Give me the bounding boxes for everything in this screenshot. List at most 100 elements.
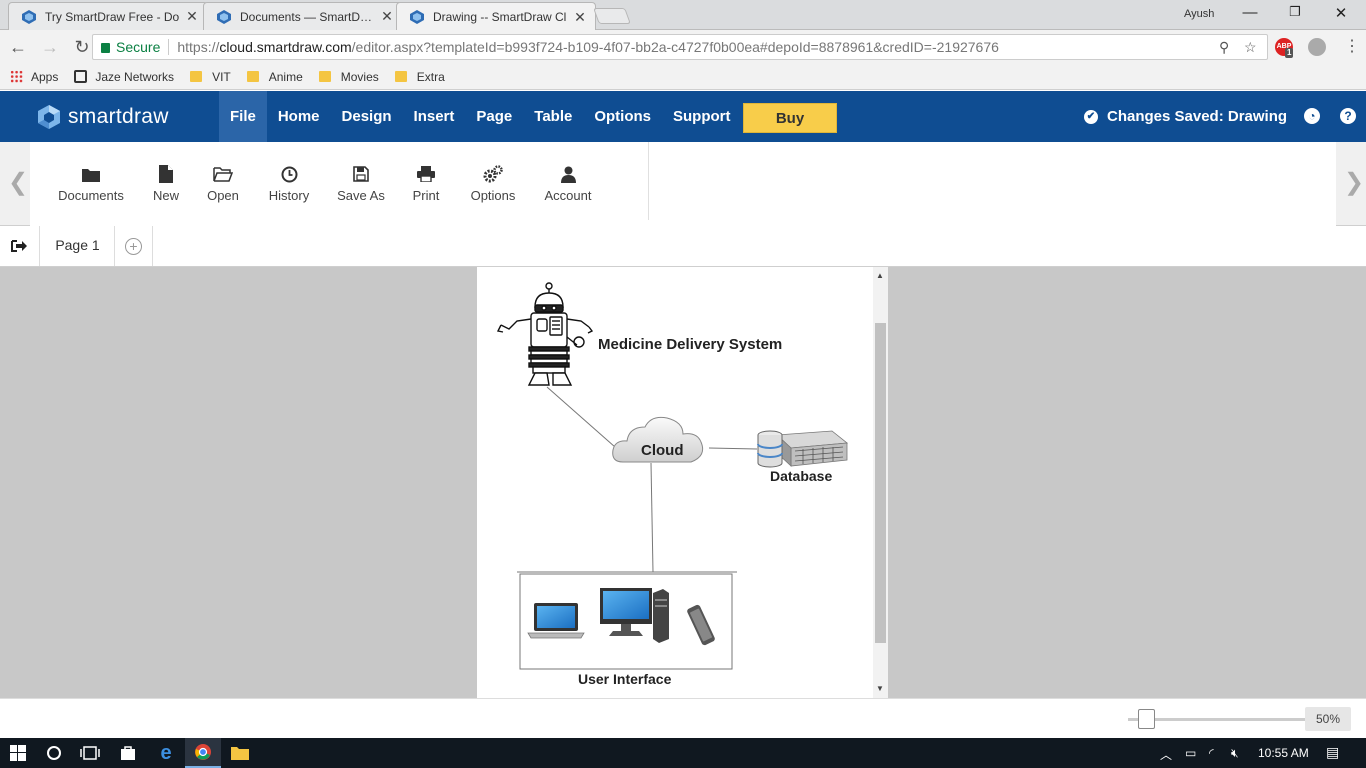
menu-table[interactable]: Table [523,91,583,142]
history-button[interactable]: History [264,164,314,203]
bookmark-vit[interactable]: VIT [190,70,231,84]
chat-support-icon[interactable]: ◔ [1304,108,1320,124]
browser-tab[interactable]: Try SmartDraw Free - Do ✕ [8,2,208,30]
windows-start-icon[interactable] [0,738,36,768]
chrome-menu-icon[interactable]: ⋮ [1338,36,1366,56]
documents-button[interactable]: Documents [57,164,125,203]
laptop-icon[interactable] [527,603,585,639]
robot-icon[interactable] [496,282,594,386]
address-bar[interactable]: Secure https://cloud.smartdraw.com/edito… [92,34,1268,60]
forward-arrow-icon[interactable]: → [36,37,64,58]
ribbon-label: Options [470,188,516,203]
robot-label[interactable]: Medicine Delivery System [598,336,782,353]
desktop-computer-icon[interactable] [600,588,669,643]
url-host: cloud.smartdraw.com [219,39,352,55]
clock-time[interactable]: 10:55 AM [1258,746,1309,760]
buy-button[interactable]: Buy [743,103,837,133]
bookmark-jaze-networks[interactable]: Jaze Networks [74,70,174,84]
connector-line[interactable] [650,462,654,573]
bookmark-label: VIT [212,69,231,84]
task-view-icon[interactable] [72,738,108,768]
bookmark-movies[interactable]: Movies [318,69,379,84]
close-window-icon[interactable]: ✕ [1326,4,1356,22]
clock-icon [281,166,297,182]
menu-page[interactable]: Page [465,91,523,142]
edge-browser-icon[interactable]: e [148,738,184,768]
bookmark-extra[interactable]: Extra [394,69,445,84]
browser-tab[interactable]: Documents — SmartDraw ✕ [203,2,403,30]
smartdraw-logo[interactable]: smartdraw [36,104,169,130]
browser-tab-active[interactable]: Drawing -- SmartDraw Cl ✕ [396,2,596,31]
user-interface-group[interactable] [517,571,737,670]
bookmark-label: Extra [416,69,445,84]
volume-muted-icon[interactable]: 🔇︎ [1231,746,1239,761]
wifi-icon[interactable]: ◜ [1209,746,1214,760]
new-button[interactable]: New [148,164,184,203]
search-circle-icon[interactable] [36,738,72,768]
menu-support[interactable]: Support [662,91,742,142]
folder-icon [246,71,259,82]
close-tab-icon[interactable]: ✕ [185,8,199,25]
zoom-magnifier-icon[interactable]: ⚲ [1219,39,1229,56]
extension-icon[interactable] [1308,38,1326,56]
scroll-up-icon[interactable]: ▲ [876,271,884,280]
action-center-icon[interactable]: ▤ [1326,744,1339,761]
adblock-extension-icon[interactable]: ABP 1 [1275,38,1294,58]
bookmark-apps[interactable]: Apps [10,70,58,84]
chrome-icon[interactable] [185,738,221,768]
zoom-slider-thumb[interactable] [1138,709,1155,729]
close-tab-icon[interactable]: ✕ [380,8,394,25]
profile-name[interactable]: Ayush [1184,8,1214,20]
menu-file[interactable]: File [219,91,267,142]
file-icon [159,165,173,183]
battery-icon[interactable]: ▭ [1185,746,1196,760]
gears-icon [483,165,503,183]
connector-line[interactable] [546,386,616,448]
bookmarks-bar: Apps Jaze Networks VIT Anime Movies Extr… [0,64,1366,90]
scrollbar-thumb[interactable] [875,323,886,643]
save-as-button[interactable]: Save As [334,164,388,203]
options-button[interactable]: Options [466,164,520,203]
zoom-level[interactable]: 50% [1305,707,1351,731]
divider [168,39,170,55]
page-tab[interactable]: Page 1 [41,226,115,266]
ribbon-label: Open [207,188,239,203]
menu-insert[interactable]: Insert [403,91,466,142]
close-tab-icon[interactable]: ✕ [573,9,587,26]
ribbon-scroll-right-icon[interactable]: ❯ [1344,168,1364,197]
logo-text: smartdraw [68,105,169,128]
database-server-icon[interactable] [757,430,849,468]
cloud-label[interactable]: Cloud [641,442,684,459]
toggle-panel-button[interactable] [0,226,40,266]
print-button[interactable]: Print [408,164,444,203]
tray-chevron-icon[interactable]: ︿ [1160,746,1172,763]
file-explorer-icon[interactable] [222,738,258,768]
extension-badge: 1 [1285,48,1294,58]
ribbon-scroll-left-icon[interactable]: ❮ [8,168,28,197]
back-arrow-icon[interactable]: ← [4,37,32,58]
new-tab-button[interactable] [593,8,631,24]
vertical-scrollbar[interactable]: ▲ ▼ [873,267,888,698]
help-icon[interactable]: ? [1340,108,1356,124]
connector-line[interactable] [708,447,758,450]
plus-circle-icon: + [125,237,142,255]
bookmark-label: Movies [340,69,379,84]
bookmark-anime[interactable]: Anime [246,70,303,84]
menu-design[interactable]: Design [331,91,403,142]
menu-home[interactable]: Home [267,91,331,142]
open-button[interactable]: Open [205,164,241,203]
menu-options[interactable]: Options [583,91,662,142]
add-page-button[interactable]: + [115,226,153,266]
drawing-page[interactable]: Medicine Delivery System Cloud Database … [477,267,873,698]
mobile-phone-icon[interactable] [686,604,716,646]
scroll-down-icon[interactable]: ▼ [876,684,884,693]
drawing-canvas-area[interactable]: Medicine Delivery System Cloud Database … [0,267,1366,698]
minimize-icon[interactable]: — [1235,4,1265,21]
account-button[interactable]: Account [540,164,596,203]
page-tabs-bar: Page 1 + [0,226,1366,267]
store-icon[interactable] [110,738,146,768]
database-label[interactable]: Database [770,468,832,484]
restore-icon[interactable]: ❐ [1280,4,1310,20]
user-interface-label[interactable]: User Interface [578,671,671,687]
bookmark-star-icon[interactable]: ☆ [1244,39,1257,56]
